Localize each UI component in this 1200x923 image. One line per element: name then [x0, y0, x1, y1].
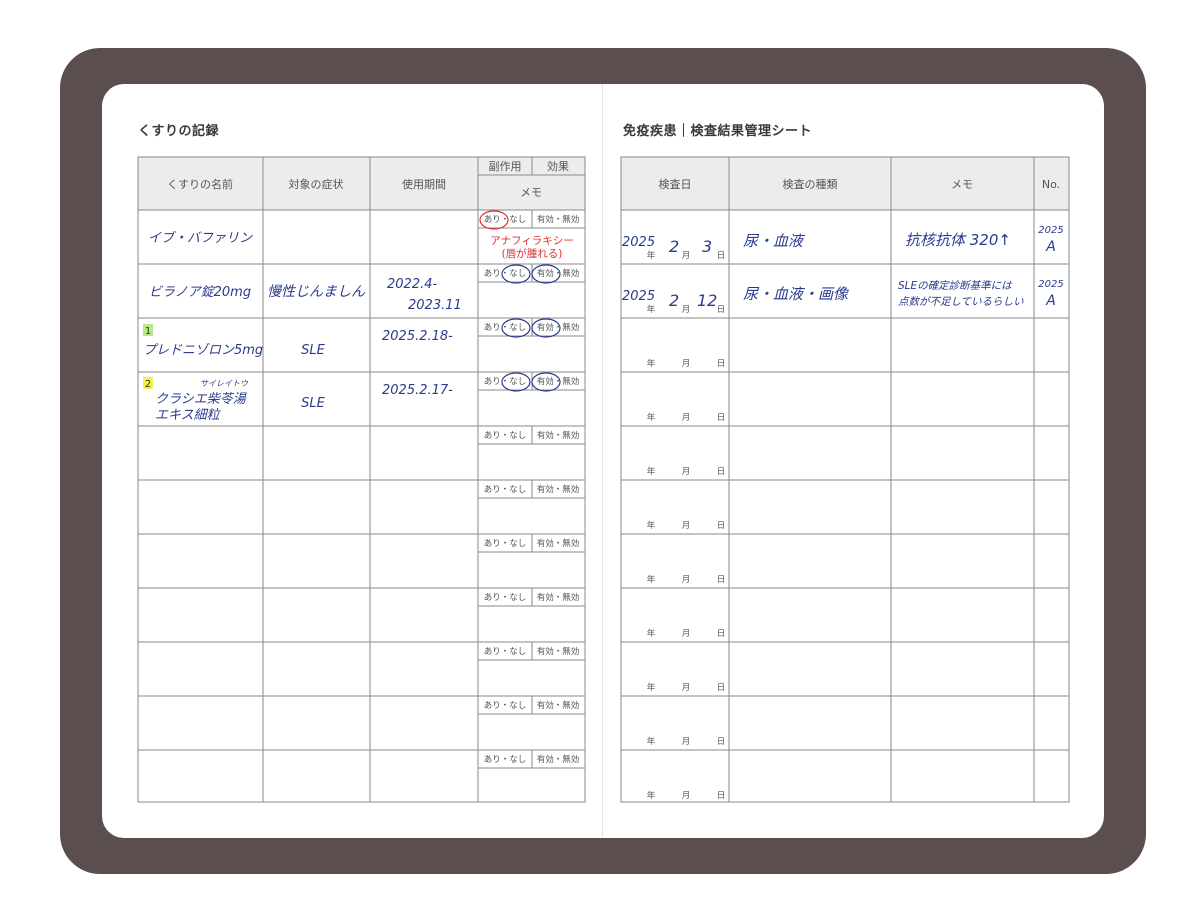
- year-label: 年: [647, 466, 656, 477]
- test-2-no-year: 2025: [1038, 279, 1063, 290]
- day-label: 日: [717, 359, 726, 369]
- day-label: 日: [717, 575, 726, 585]
- year-label: 年: [647, 682, 656, 693]
- month-label: 月: [682, 791, 691, 801]
- test-1-month: 2: [669, 237, 679, 256]
- year-label: 年: [647, 736, 656, 747]
- test-2-memo-line2: 点数が不足しているらしい: [898, 296, 1024, 308]
- test-2-day: 12: [697, 291, 717, 310]
- test-2-type: 尿・血液・画像: [743, 285, 849, 303]
- year-label: 年: [647, 628, 656, 639]
- month-label: 月: [682, 359, 691, 369]
- month-label: 月: [682, 521, 691, 531]
- day-label: 日: [717, 791, 726, 801]
- year-label: 年: [647, 520, 656, 531]
- test-results-table: 年月日年月日年月日年月日年月日年月日年月日年月日年月日年月日年月日 検査日 検査…: [620, 156, 1070, 803]
- month-label: 月: [682, 629, 691, 639]
- year-label: 年: [647, 790, 656, 801]
- month-label: 月: [682, 737, 691, 747]
- day-label: 日: [717, 251, 726, 261]
- year-label: 年: [647, 412, 656, 423]
- day-label: 日: [717, 683, 726, 693]
- test-1-no-year: 2025: [1038, 225, 1063, 236]
- day-label: 日: [717, 521, 726, 531]
- year-label: 年: [647, 358, 656, 369]
- day-label: 日: [717, 467, 726, 477]
- test-1-type: 尿・血液: [743, 232, 806, 250]
- day-label: 日: [717, 629, 726, 639]
- year-label: 年: [647, 304, 656, 315]
- header-no: No.: [1042, 178, 1060, 191]
- year-label: 年: [647, 574, 656, 585]
- month-label: 月: [682, 251, 691, 261]
- header-test-memo: メモ: [951, 178, 973, 191]
- test-1-no-letter: A: [1045, 239, 1056, 255]
- header-test-type: 検査の種類: [783, 177, 838, 191]
- test-1-day: 3: [702, 237, 712, 256]
- month-label: 月: [682, 467, 691, 477]
- month-label: 月: [682, 575, 691, 585]
- test-2-year: 2025: [622, 289, 655, 304]
- test-2-memo-line1: SLEの確定診断基準には: [898, 280, 1013, 292]
- test-2-no-letter: A: [1045, 293, 1056, 309]
- month-label: 月: [682, 683, 691, 693]
- day-label: 日: [717, 737, 726, 747]
- day-label: 日: [717, 413, 726, 423]
- day-label: 日: [717, 305, 726, 315]
- test-1-year: 2025: [622, 235, 655, 250]
- year-label: 年: [647, 250, 656, 261]
- test-2-month: 2: [669, 291, 679, 310]
- header-test-date: 検査日: [659, 177, 692, 191]
- test-1-memo: 抗核抗体 320↑: [905, 231, 1011, 249]
- month-label: 月: [682, 305, 691, 315]
- month-label: 月: [682, 413, 691, 423]
